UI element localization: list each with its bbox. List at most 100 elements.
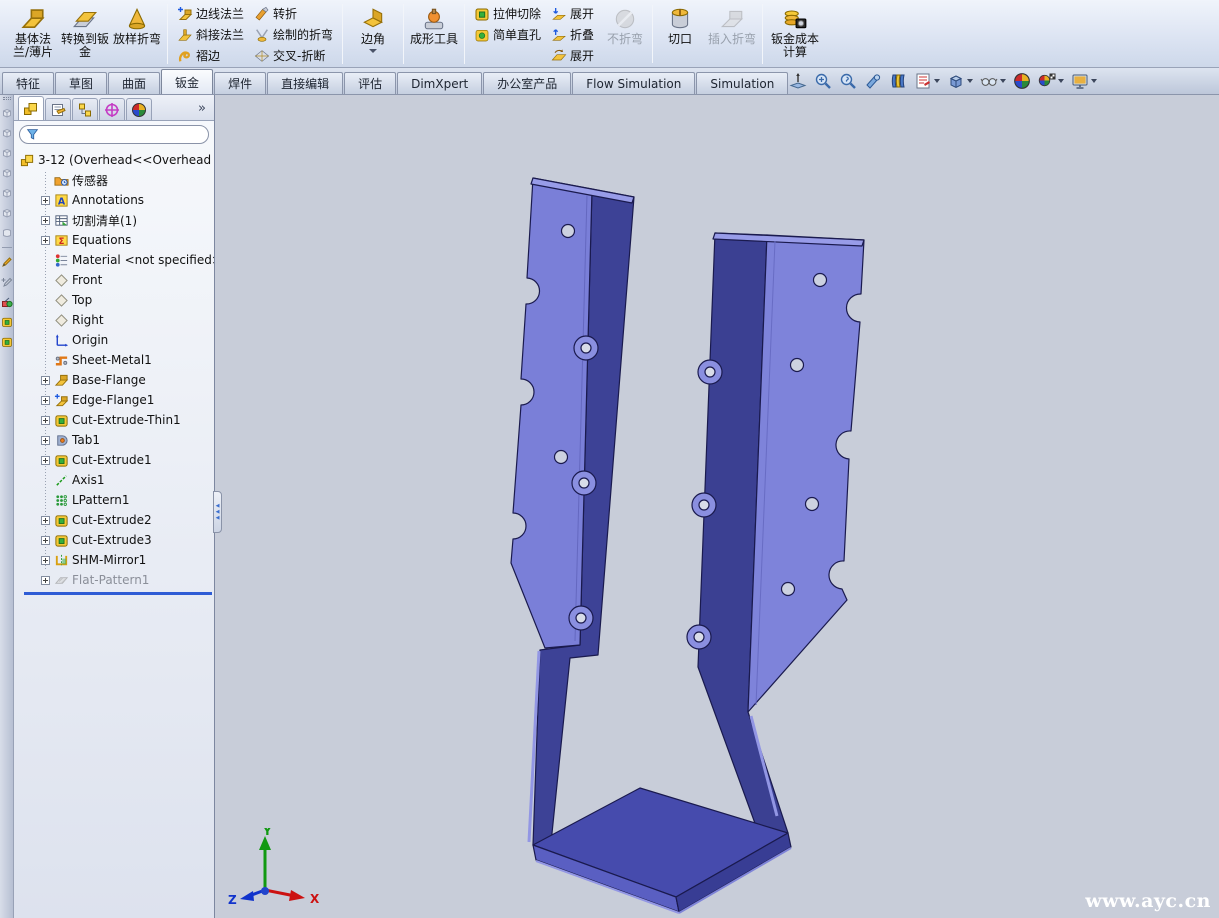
view-orientation-button[interactable] <box>947 72 973 90</box>
tree-filter[interactable] <box>19 125 209 144</box>
unfold-button[interactable]: 展开 <box>546 3 599 24</box>
display-style-button[interactable] <box>980 72 1006 90</box>
tree-item-cut-extrude2[interactable]: Cut-Extrude2 <box>14 510 214 530</box>
mate-reference-icon[interactable] <box>1 296 13 308</box>
zoom-in-out-button[interactable] <box>839 72 857 90</box>
tree-item-axis1[interactable]: Axis1 <box>14 470 214 490</box>
expand-toggle[interactable] <box>41 456 50 465</box>
tree-item-right-plane[interactable]: Right <box>14 310 214 330</box>
base-flange-button[interactable]: 基体法兰/薄片 <box>7 2 59 66</box>
expand-toggle[interactable] <box>41 236 50 245</box>
tab-dimxpert[interactable]: DimXpert <box>397 72 482 94</box>
tree-filter-input[interactable] <box>39 128 202 141</box>
sheet-metal-costing-button[interactable]: 钣金成本计算 <box>767 2 823 66</box>
view-settings-button[interactable] <box>1071 72 1097 90</box>
dropdown-caret[interactable] <box>1000 79 1006 83</box>
dropdown-caret[interactable] <box>1091 79 1097 83</box>
expand-toggle[interactable] <box>41 436 50 445</box>
forming-tool-button[interactable]: 成形工具 <box>408 2 460 66</box>
tab-direct-editing[interactable]: 直接编辑 <box>267 72 343 94</box>
expand-toggle[interactable] <box>41 376 50 385</box>
view-cube-icon[interactable] <box>1 107 13 119</box>
cross-break-button[interactable]: 交叉-折断 <box>249 45 338 66</box>
dropdown-caret[interactable] <box>934 79 940 83</box>
fold-button[interactable]: 折叠 <box>546 24 599 45</box>
rollback-bar[interactable] <box>24 592 212 595</box>
tree-item-base-flange[interactable]: Base-Flange <box>14 370 214 390</box>
boss-extrude-icon[interactable] <box>1 316 13 328</box>
tree-item-shm-mirror1[interactable]: SHM-Mirror1 <box>14 550 214 570</box>
dimxpert-manager-tab[interactable] <box>99 98 125 120</box>
flatten-button[interactable]: 展开 <box>546 45 599 66</box>
tree-item-cut-extrude1[interactable]: Cut-Extrude1 <box>14 450 214 470</box>
toolbar-grip[interactable] <box>3 97 11 100</box>
tab-office-products[interactable]: 办公室产品 <box>483 72 571 94</box>
tree-item-sensors[interactable]: 传感器 <box>14 170 214 190</box>
zoom-to-fit-button[interactable] <box>789 72 807 90</box>
tree-item-edge-flange1[interactable]: Edge-Flange1 <box>14 390 214 410</box>
edit-appearance-button[interactable] <box>1013 72 1031 90</box>
expand-toggle[interactable] <box>41 556 50 565</box>
tree-item-top-plane[interactable]: Top <box>14 290 214 310</box>
3d-sketch-icon[interactable] <box>1 276 13 288</box>
view-cube-icon[interactable] <box>1 187 13 199</box>
graphics-viewport[interactable]: Y X Z www.ayc.cn <box>215 95 1219 918</box>
tree-item-cut-extrude3[interactable]: Cut-Extrude3 <box>14 530 214 550</box>
dropdown-caret[interactable] <box>1058 79 1064 83</box>
expand-toggle[interactable] <box>41 576 50 585</box>
edge-flange-button[interactable]: 边线法兰 <box>172 3 249 24</box>
convert-to-sheet-metal-button[interactable]: 转换到钣金 <box>59 2 111 66</box>
cut-extrude-icon[interactable] <box>1 336 13 348</box>
dropdown-caret[interactable] <box>967 79 973 83</box>
view-cylinder-icon[interactable] <box>1 227 13 239</box>
expand-toggle[interactable] <box>41 196 50 205</box>
tree-item-cut-extrude-thin1[interactable]: Cut-Extrude-Thin1 <box>14 410 214 430</box>
tab-overflow-chevron[interactable]: » <box>198 101 212 120</box>
sketched-bend-button[interactable]: 绘制的折弯 <box>249 24 338 45</box>
tab-simulation[interactable]: Simulation <box>696 72 788 94</box>
feature-manager-tab[interactable] <box>18 96 44 120</box>
view-cube-icon[interactable] <box>1 147 13 159</box>
zoom-to-area-button[interactable] <box>814 72 832 90</box>
simple-hole-button[interactable]: 简单直孔 <box>469 24 546 45</box>
annotation-views-button[interactable] <box>914 72 940 90</box>
apply-scene-button[interactable] <box>1038 72 1064 90</box>
corner-dropdown-caret[interactable] <box>369 49 377 53</box>
expand-toggle[interactable] <box>41 416 50 425</box>
tree-item-flat-pattern1[interactable]: Flat-Pattern1 <box>14 570 214 590</box>
rip-button[interactable]: 切口 <box>654 2 706 66</box>
tree-item-origin[interactable]: Origin <box>14 330 214 350</box>
joist-hanger-model[interactable] <box>215 95 1219 918</box>
tree-item-annotations[interactable]: Annotations <box>14 190 214 210</box>
tree-item-lpattern1[interactable]: LPattern1 <box>14 490 214 510</box>
expand-toggle[interactable] <box>41 516 50 525</box>
miter-flange-button[interactable]: 斜接法兰 <box>172 24 249 45</box>
tree-item-tab1[interactable]: Tab1 <box>14 430 214 450</box>
view-cube-icon[interactable] <box>1 167 13 179</box>
expand-toggle[interactable] <box>41 396 50 405</box>
tree-item-equations[interactable]: Equations <box>14 230 214 250</box>
jog-button[interactable]: 转折 <box>249 3 338 24</box>
tab-features[interactable]: 特征 <box>2 72 54 94</box>
property-manager-tab[interactable] <box>45 98 71 120</box>
tab-flow-simulation[interactable]: Flow Simulation <box>572 72 695 94</box>
tab-sketch[interactable]: 草图 <box>55 72 107 94</box>
sketch-icon[interactable] <box>1 256 13 268</box>
expand-toggle[interactable] <box>41 216 50 225</box>
view-cube-icon[interactable] <box>1 127 13 139</box>
configuration-manager-tab[interactable] <box>72 98 98 120</box>
lofted-bend-button[interactable]: 放样折弯 <box>111 2 163 66</box>
panel-splitter-handle[interactable]: ◀◀◀ <box>213 491 222 533</box>
tree-item-cut-list[interactable]: 切割清单(1) <box>14 210 214 230</box>
display-manager-tab[interactable] <box>126 98 152 120</box>
tab-sheet-metal[interactable]: 钣金 <box>161 69 213 94</box>
tree-item-material[interactable]: Material <not specified> <box>14 250 214 270</box>
tree-item-sheet-metal1[interactable]: Sheet-Metal1 <box>14 350 214 370</box>
tree-item-part-root[interactable]: 3-12 (Overhead<<Overhead <box>14 150 214 170</box>
tree-item-front-plane[interactable]: Front <box>14 270 214 290</box>
tab-evaluate[interactable]: 评估 <box>344 72 396 94</box>
corner-button[interactable]: 边角 <box>347 2 399 66</box>
view-cube-icon[interactable] <box>1 207 13 219</box>
tab-surfaces[interactable]: 曲面 <box>108 72 160 94</box>
section-view-button[interactable] <box>889 72 907 90</box>
